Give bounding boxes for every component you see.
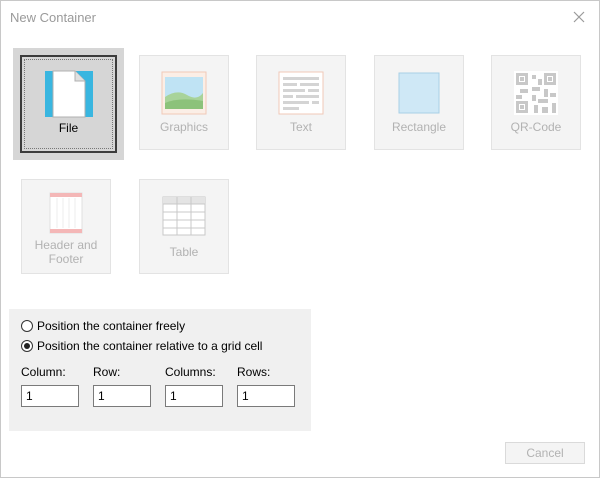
radio-grid-cell-button[interactable] (21, 340, 33, 352)
columns-value: 1 (170, 389, 177, 403)
dialog-title: New Container (10, 10, 96, 25)
tile-rectangle-label: Rectangle (391, 120, 447, 134)
close-icon[interactable] (569, 7, 589, 27)
tile-text-label: Text (289, 120, 312, 134)
position-group: Position the container freely Position t… (9, 309, 311, 431)
rows-label: Rows: (237, 365, 271, 379)
new-container-dialog: New Container File Graphics Text Rectang… (0, 0, 600, 478)
graphics-icon (161, 71, 207, 118)
tile-header-footer-label-line1: Header and (34, 238, 98, 252)
tile-header-footer-label-line2: Footer (48, 252, 84, 266)
qr-code-icon (514, 71, 558, 118)
tile-header-footer[interactable]: Header and Footer (21, 179, 111, 274)
row-field[interactable]: 1 (93, 385, 151, 407)
tile-file-label: File (58, 121, 79, 135)
rows-field[interactable]: 1 (237, 385, 295, 407)
file-icon (44, 69, 93, 122)
header-footer-icon (49, 192, 83, 237)
tile-rectangle[interactable]: Rectangle (374, 55, 464, 150)
table-icon (162, 196, 206, 239)
radio-grid-cell-label: Position the container relative to a gri… (37, 339, 263, 353)
rectangle-icon (397, 71, 441, 118)
cancel-button[interactable]: Cancel (505, 442, 585, 464)
column-label: Column: (21, 365, 66, 379)
tile-qr-code-label: QR-Code (510, 120, 562, 134)
title-bar: New Container (1, 1, 599, 33)
row-value: 1 (98, 389, 105, 403)
columns-label: Columns: (165, 365, 216, 379)
row-label: Row: (93, 365, 121, 379)
tile-file[interactable]: File (13, 48, 124, 160)
tile-graphics[interactable]: Graphics (139, 55, 229, 150)
column-field[interactable]: 1 (21, 385, 79, 407)
radio-freely-button[interactable] (21, 320, 33, 332)
rows-value: 1 (242, 389, 249, 403)
tile-graphics-label: Graphics (159, 120, 209, 134)
column-value: 1 (26, 389, 33, 403)
tile-table-label: Table (169, 245, 199, 259)
tile-table[interactable]: Table (139, 179, 229, 274)
columns-field[interactable]: 1 (165, 385, 223, 407)
radio-freely-label: Position the container freely (37, 319, 186, 333)
tile-qr-code[interactable]: QR-Code (491, 55, 581, 150)
tile-text[interactable]: Text (256, 55, 346, 150)
radio-position-grid-cell[interactable]: Position the container relative to a gri… (21, 338, 262, 354)
radio-position-freely[interactable]: Position the container freely (21, 318, 185, 334)
text-icon (278, 71, 324, 118)
